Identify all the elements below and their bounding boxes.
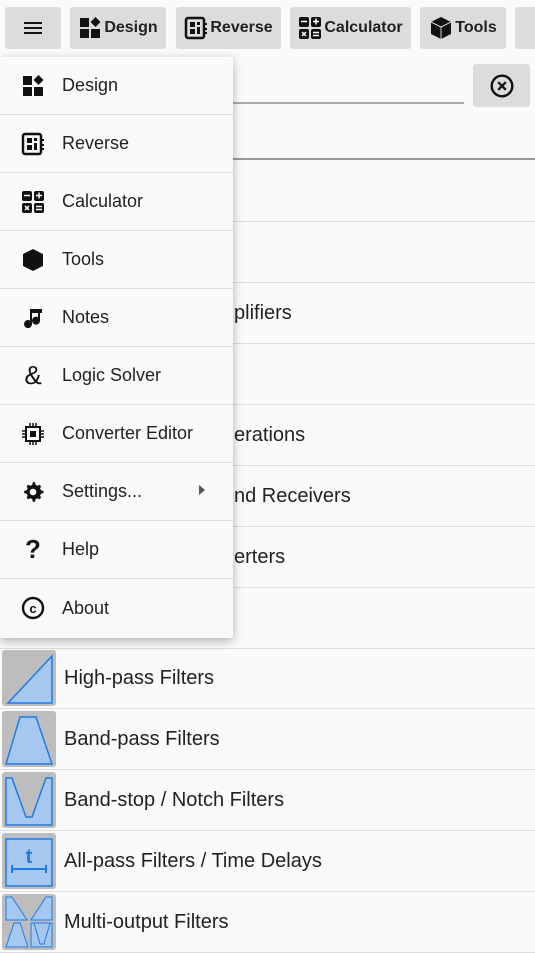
chip-icon [21,422,45,446]
toolbar-design-label: Design [104,19,158,36]
ampersand-icon: & [24,360,42,390]
list-item[interactable]: t All-pass Filters / Time Delays [0,831,535,892]
filter-response-icon [2,894,56,950]
filter-response-icon: t [2,833,56,889]
menu-item-tools[interactable]: Tools [0,231,233,289]
filter-response-icon [2,650,56,706]
menu-item-calculator[interactable]: Calculator [0,173,233,231]
menu-item-label: Calculator [62,191,144,211]
toolbar-overflow-button[interactable] [515,7,535,49]
list-item[interactable]: Multi-output Filters [0,892,535,953]
clear-search-button[interactable] [473,64,530,107]
dropdown-menu: Design Reverse Calculator Tools Notes & Logic … [0,57,233,638]
list-item-label: plifiers [234,301,292,324]
music-note-icon [21,306,45,330]
filter-response-icon [2,772,56,828]
list-item[interactable]: High-pass Filters [0,648,535,709]
menu-item-label: Tools [62,249,105,269]
menu-item-design[interactable]: Design [0,57,233,115]
menu-item-label: Settings... [62,481,143,501]
list-item-label: erters [234,545,286,568]
list-item-label: nd Receivers [234,484,351,507]
reverse-icon [185,16,208,40]
list-item-label: Band-pass Filters [64,727,220,750]
menu-item-help[interactable]: ? Help [0,521,233,579]
toolbar-tools-button[interactable]: Tools [420,7,506,49]
menu-item-label: Design [62,75,119,95]
gear-icon [21,480,45,504]
list-item-label: High-pass Filters [64,666,215,689]
submenu-arrow-icon [199,485,205,495]
menu-item-label: Notes [62,307,110,327]
reverse-icon [21,132,45,156]
toolbar-tools-label: Tools [455,19,497,36]
svg-text:t: t [26,846,33,868]
menu-item-about[interactable]: c About [0,579,233,637]
toolbar-calculator-button[interactable]: Calculator [290,7,411,49]
toolbar-reverse-label: Reverse [210,19,273,36]
menu-item-label: About [62,597,110,618]
menu-item-settings[interactable]: Settings... [0,463,233,521]
list-item-label: Band-stop / Notch Filters [64,788,285,811]
calculator-icon [21,190,45,214]
search-input[interactable] [233,102,464,104]
clear-circle-icon [490,74,513,97]
toolbar-calculator-label: Calculator [324,19,403,36]
copyright-icon: c [21,596,45,620]
tools-icon [21,248,45,272]
menu-item-converter-editor[interactable]: Converter Editor [0,405,233,463]
header-divider [233,158,535,160]
design-icon [80,17,101,38]
list-item[interactable]: Band-pass Filters [0,709,535,770]
tools-icon [431,17,452,39]
menu-item-logic-solver[interactable]: & Logic Solver [0,347,233,405]
svg-text:c: c [29,601,36,616]
menu-item-label: Help [62,539,100,559]
help-icon: ? [25,534,41,564]
list-item-label: All-pass Filters / Time Delays [64,849,322,872]
list-item-label: erations [234,423,306,446]
hamburger-icon [24,22,42,34]
filter-response-icon [2,711,56,767]
toolbar-reverse-button[interactable]: Reverse [176,7,281,49]
list-item[interactable]: Band-stop / Notch Filters [0,770,535,831]
toolbar-design-button[interactable]: Design [70,7,166,49]
list-item-label: Multi-output Filters [64,910,229,933]
menu-item-label: Converter Editor [62,423,194,443]
menu-item-reverse[interactable]: Reverse [0,115,233,173]
menu-item-label: Logic Solver [62,365,162,385]
menu-item-label: Reverse [62,133,130,153]
design-icon [21,74,45,98]
hamburger-menu-button[interactable] [5,7,61,49]
calculator-icon [299,17,322,39]
menu-item-notes[interactable]: Notes [0,289,233,347]
